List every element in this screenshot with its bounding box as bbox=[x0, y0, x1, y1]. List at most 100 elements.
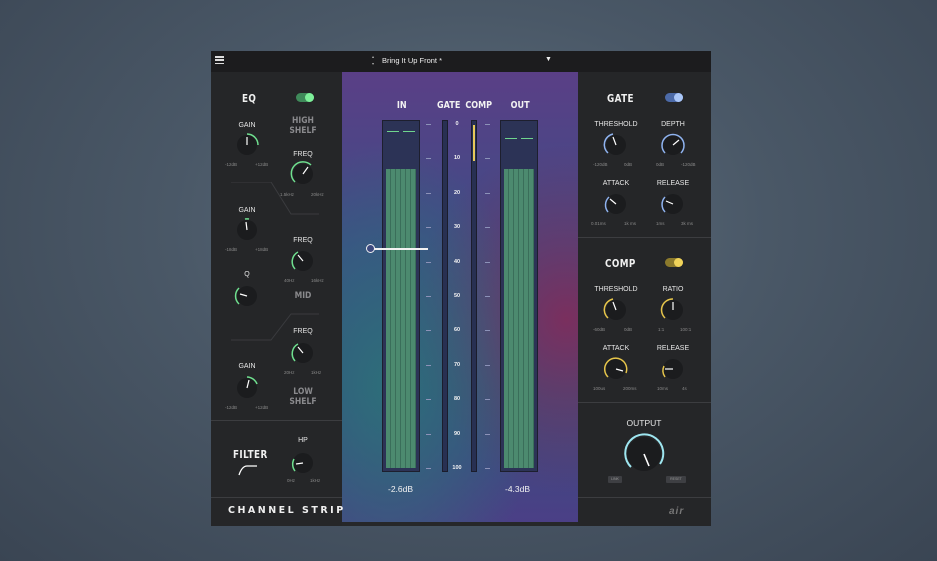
gate-toggle[interactable] bbox=[665, 93, 683, 102]
high-shelf-gain-label: GAIN bbox=[238, 122, 256, 129]
db-scale-tick-left bbox=[426, 330, 431, 332]
mid-q-label: Q bbox=[244, 271, 250, 278]
gate-threshold-min: -120dB bbox=[593, 162, 608, 167]
hp-label: HP bbox=[298, 437, 308, 444]
hp-min: 0Hz bbox=[287, 478, 296, 483]
eq-panel: EQ HIGH SHELF GAIN -12dB +12dB FREQ 1.5kH… bbox=[211, 72, 342, 526]
high-shelf-gain-min: -12dB bbox=[225, 162, 238, 167]
low-shelf-gain-min: -12dB bbox=[225, 405, 238, 410]
comp-threshold-knob[interactable] bbox=[602, 296, 630, 324]
output-link-button[interactable]: LINK bbox=[608, 476, 622, 483]
db-scale-tick-right bbox=[485, 192, 490, 194]
in-peak-left bbox=[387, 131, 399, 132]
comp-title: COMP bbox=[605, 257, 636, 270]
comp-attack-max: 200ms bbox=[623, 386, 637, 391]
low-shelf-gain-label: GAIN bbox=[238, 363, 256, 370]
comp-meter-title: COMP bbox=[465, 100, 493, 111]
db-scale-tick-right bbox=[485, 227, 490, 229]
in-level-readout: -2.6dB bbox=[388, 484, 414, 494]
db-scale-label: 80 bbox=[453, 396, 461, 403]
comp-ratio-min: 1:1 bbox=[658, 327, 665, 332]
gate-threshold-knob[interactable] bbox=[602, 131, 630, 159]
top-bar: ▲ ▼ Bring It Up Front * ▼ bbox=[211, 51, 711, 72]
comp-attack-min: 100us bbox=[593, 386, 606, 391]
high-pass-curve-icon bbox=[238, 465, 257, 476]
db-scale-tick-left bbox=[426, 433, 431, 435]
comp-reduction-meter bbox=[471, 120, 477, 472]
db-scale-label: 60 bbox=[453, 327, 461, 334]
in-peak-right bbox=[403, 131, 415, 132]
chevron-down-icon[interactable]: ▼ bbox=[545, 56, 552, 63]
footer-divider-left bbox=[211, 497, 342, 498]
preset-prev-icon[interactable]: ▲ bbox=[371, 55, 375, 59]
gate-release-max: 3k ms bbox=[681, 221, 694, 226]
preset-name[interactable]: Bring It Up Front * bbox=[382, 56, 442, 65]
db-scale-tick-left bbox=[426, 261, 431, 263]
filter-divider bbox=[211, 420, 342, 421]
comp-release-min: 10ms bbox=[657, 386, 669, 391]
low-shelf-gain-max: +12dB bbox=[255, 405, 269, 410]
meter-panel: IN GATE COMP OUT 0 10 20 30 40 50 60 70 80 90 100 … bbox=[342, 72, 578, 522]
mid-q-knob[interactable] bbox=[233, 282, 261, 310]
hp-knob[interactable] bbox=[289, 449, 317, 477]
hp-max: 1kHz bbox=[310, 478, 321, 483]
in-meter-title: IN bbox=[396, 100, 407, 111]
output-knob[interactable] bbox=[620, 430, 668, 478]
gate-threshold-line[interactable] bbox=[370, 248, 428, 250]
gate-threshold-label: THRESHOLD bbox=[594, 121, 638, 128]
db-scale-tick-left bbox=[426, 296, 431, 297]
menu-icon[interactable] bbox=[215, 56, 224, 65]
comp-attack-label: ATTACK bbox=[602, 345, 630, 352]
gate-depth-max: -120dB bbox=[681, 162, 696, 167]
db-scale-tick-left bbox=[426, 468, 431, 469]
mid-gain-label: GAIN bbox=[238, 207, 256, 214]
comp-ratio-knob[interactable] bbox=[659, 296, 687, 324]
db-scale-label: 30 bbox=[453, 224, 461, 231]
filter-title: FILTER bbox=[233, 448, 268, 461]
channel-strip-plugin: ▲ ▼ Bring It Up Front * ▼ EQ HIGH SHELF G… bbox=[211, 51, 711, 526]
out-meter-title: OUT bbox=[510, 100, 530, 111]
comp-threshold-max: 0dB bbox=[624, 327, 633, 332]
low-shelf-freq-knob[interactable] bbox=[289, 339, 317, 367]
out-meter bbox=[500, 120, 538, 472]
db-scale-tick-left bbox=[426, 364, 431, 366]
comp-attack-knob[interactable] bbox=[602, 355, 630, 383]
comp-reduction-level bbox=[473, 125, 475, 161]
db-scale-tick-right bbox=[485, 158, 490, 160]
preset-next-icon[interactable]: ▼ bbox=[371, 62, 375, 66]
high-shelf-gain-knob[interactable] bbox=[233, 131, 261, 159]
db-scale-tick-right bbox=[485, 468, 490, 469]
output-reset-button[interactable]: RESET bbox=[666, 476, 686, 483]
mid-freq-label: FREQ bbox=[293, 237, 313, 244]
mid-freq-max: 16kHz bbox=[311, 278, 324, 283]
db-scale-tick-left bbox=[426, 124, 431, 125]
gate-attack-min: 0.01ms bbox=[591, 221, 606, 226]
low-shelf-freq-max: 1kHz bbox=[311, 370, 322, 375]
dynamics-panel: GATE THRESHOLD -120dB 0dB DEPTH 0dB -120… bbox=[578, 72, 711, 526]
db-scale-label: 10 bbox=[453, 155, 461, 162]
mid-freq-min: 40Hz bbox=[284, 278, 295, 283]
comp-release-knob[interactable] bbox=[659, 355, 687, 383]
gate-depth-knob[interactable] bbox=[659, 131, 687, 159]
gate-release-knob[interactable] bbox=[659, 190, 687, 218]
db-scale-tick-right bbox=[485, 364, 490, 366]
db-scale-tick-left bbox=[426, 227, 431, 229]
comp-ratio-max: 100:1 bbox=[680, 327, 692, 332]
db-scale-label: 40 bbox=[453, 258, 461, 265]
low-shelf-gain-knob[interactable] bbox=[233, 374, 261, 402]
gate-threshold-handle[interactable] bbox=[366, 244, 375, 253]
db-scale-label: 90 bbox=[453, 430, 461, 437]
eq-toggle[interactable] bbox=[296, 93, 314, 102]
mid-freq-knob[interactable] bbox=[289, 247, 317, 275]
db-scale-tick-left bbox=[426, 192, 431, 194]
preset-stepper[interactable]: ▲ ▼ bbox=[370, 54, 376, 68]
db-scale-label: 20 bbox=[453, 189, 461, 196]
gate-title: GATE bbox=[607, 92, 634, 105]
comp-ratio-label: RATIO bbox=[662, 286, 684, 293]
comp-toggle[interactable] bbox=[665, 258, 683, 267]
gate-depth-label: DEPTH bbox=[661, 121, 685, 128]
mid-gain-knob[interactable] bbox=[233, 216, 261, 244]
db-scale-tick-right bbox=[485, 296, 490, 297]
low-shelf-label: LOW SHELF bbox=[289, 387, 317, 407]
gate-attack-knob[interactable] bbox=[602, 190, 630, 218]
